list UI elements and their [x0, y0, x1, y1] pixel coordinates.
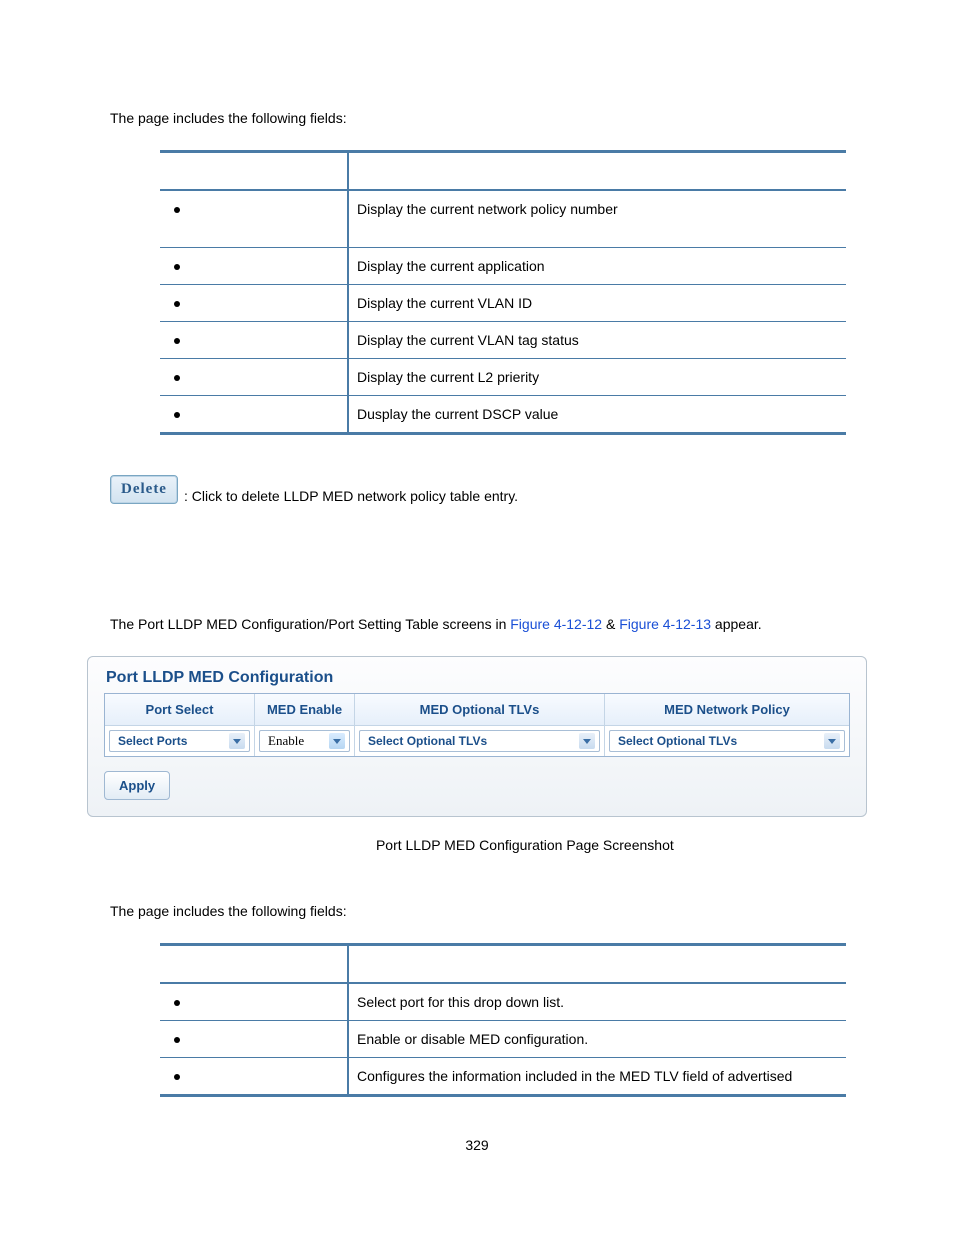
dropdown-label: Select Optional TLVs — [618, 734, 737, 748]
th-port-select: Port Select — [105, 694, 255, 726]
fields-table-1: Object Description Network Policy Number… — [160, 150, 846, 435]
table-row: L2 Priority Display the current L2 prier… — [160, 359, 846, 396]
port-select-dropdown[interactable]: Select Ports — [109, 730, 250, 752]
col-head-description: Description — [348, 152, 846, 191]
chevron-down-icon — [824, 733, 840, 749]
col-head-object: Object — [160, 945, 348, 984]
th-network-policy: MED Network Policy — [605, 694, 849, 726]
panel-title: Port LLDP MED Configuration — [106, 669, 850, 687]
delete-description: : Click to delete LLDP MED network polic… — [184, 488, 518, 504]
figure-caption: Figure 4-12-12 Port LLDP MED Configurati… — [110, 837, 844, 853]
intro-text: The page includes the following fields: — [110, 110, 844, 126]
col-head-object: Object — [160, 152, 348, 191]
figure-link-13[interactable]: Figure 4-12-13 — [619, 616, 711, 632]
table-row: VLAN Tag Display the current VLAN tag st… — [160, 322, 846, 359]
section-intro: The Port LLDP MED Configuration/Port Set… — [110, 616, 844, 632]
table-row: Network Policy Number Display the curren… — [160, 190, 846, 248]
table-row: MED Enable Enable or disable MED configu… — [160, 1021, 846, 1058]
dropdown-label: Select Optional TLVs — [368, 734, 487, 748]
figure-link-12[interactable]: Figure 4-12-12 — [510, 616, 602, 632]
dropdown-label: Select Ports — [118, 734, 187, 748]
table-row: DSCP Value Dusplay the current DSCP valu… — [160, 396, 846, 434]
table-row: VLAN ID Display the current VLAN ID — [160, 285, 846, 322]
chevron-down-icon — [229, 733, 245, 749]
dropdown-label: Enable — [268, 733, 304, 749]
table-row: Port Select Select port for this drop do… — [160, 983, 846, 1021]
chevron-down-icon — [579, 733, 595, 749]
page-number: 329 — [110, 1137, 844, 1153]
section-heading: 4.12.5 MED Port Setting — [110, 574, 844, 592]
apply-button[interactable]: Apply — [104, 771, 170, 800]
col-head-description: Description — [348, 945, 846, 984]
th-med-enable: MED Enable — [255, 694, 355, 726]
fields-table-2: Object Description Port Select Select po… — [160, 943, 846, 1097]
delete-button[interactable]: Delete — [110, 475, 178, 504]
med-enable-dropdown[interactable]: Enable — [259, 730, 350, 752]
network-policy-dropdown[interactable]: Select Optional TLVs — [609, 730, 845, 752]
chevron-down-icon — [329, 733, 345, 749]
th-optional-tlvs: MED Optional TLVs — [355, 694, 605, 726]
screenshot-panel: Port LLDP MED Configuration Port Select … — [87, 656, 867, 817]
table-row: MED Optional TLVs Configures the informa… — [160, 1058, 846, 1096]
config-table: Port Select MED Enable MED Optional TLVs… — [104, 693, 850, 757]
optional-tlvs-dropdown[interactable]: Select Optional TLVs — [359, 730, 600, 752]
intro-text-2: The page includes the following fields: — [110, 903, 844, 919]
table-row: Application Display the current applicat… — [160, 248, 846, 285]
